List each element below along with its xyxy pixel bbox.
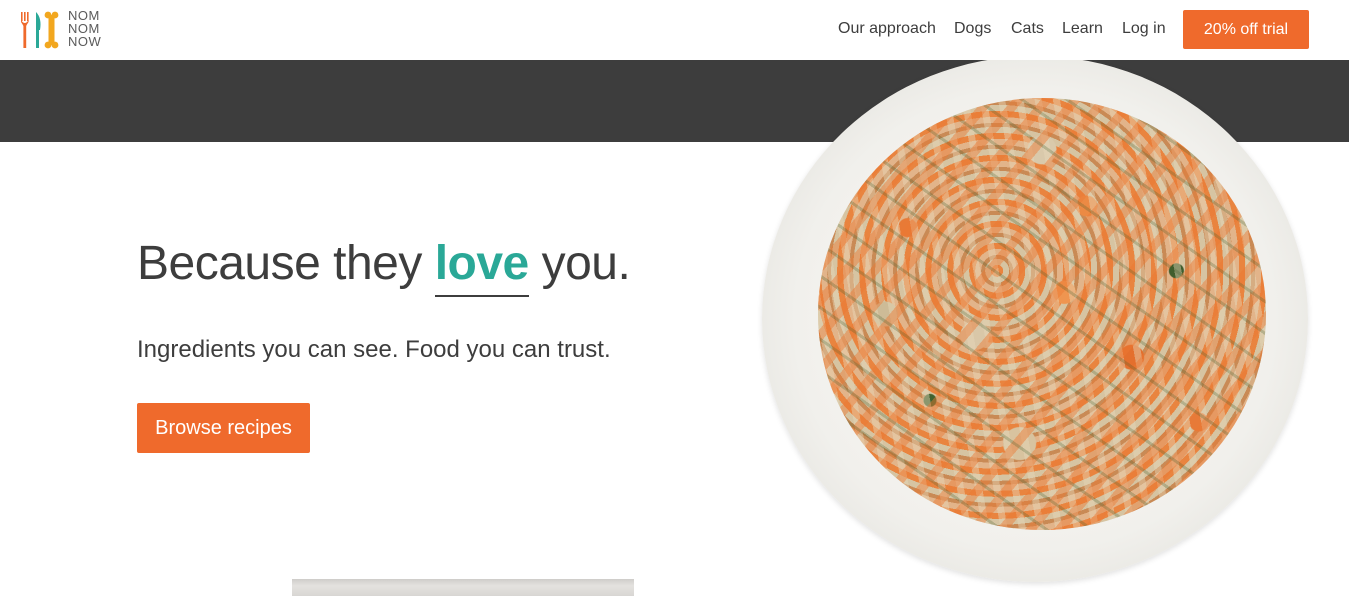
site-logo[interactable]: NOM NOM NOW: [18, 8, 118, 52]
headline-highlight: love: [434, 237, 529, 297]
hero-subheadline: Ingredients you can see. Food you can tr…: [137, 336, 611, 363]
browse-recipes-button[interactable]: Browse recipes: [137, 403, 310, 453]
nav-learn[interactable]: Learn: [1062, 20, 1103, 38]
headline-before: Because they: [137, 237, 435, 290]
nav-cats[interactable]: Cats: [1011, 20, 1044, 38]
logo-word-3: NOW: [68, 34, 102, 49]
logo-wordmark: NOM NOM NOW: [68, 9, 101, 48]
fork-knife-bone-logo-icon: [21, 11, 59, 49]
site-header: NOM NOM NOW Our approach Dogs Cats Learn…: [0, 0, 1349, 60]
food-contents-image: [818, 98, 1266, 530]
hero-headline: Because they love you.: [137, 236, 631, 297]
headline-after: you.: [528, 237, 631, 290]
nav-our-approach[interactable]: Our approach: [838, 20, 936, 38]
next-section-image-peek: [292, 579, 634, 596]
trial-cta-button[interactable]: 20% off trial: [1183, 10, 1309, 49]
nav-log-in[interactable]: Log in: [1122, 20, 1166, 38]
nav-dogs[interactable]: Dogs: [954, 20, 991, 38]
